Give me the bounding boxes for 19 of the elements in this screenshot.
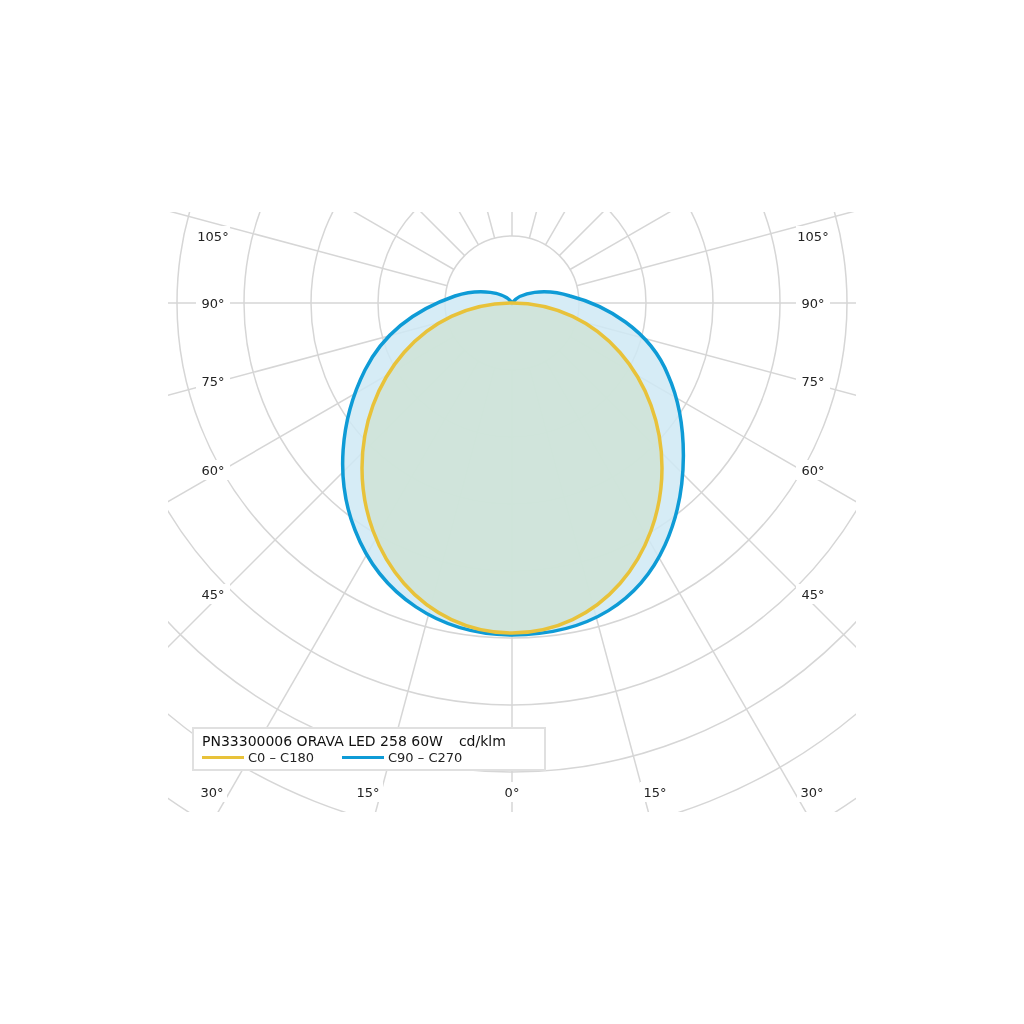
angle-label: 105°	[797, 229, 829, 244]
angle-label: 15°	[643, 785, 667, 800]
angle-label: 15°	[356, 785, 380, 800]
angle-label: 30°	[800, 785, 824, 800]
angle-label: 30°	[200, 785, 224, 800]
angle-label: 75°	[801, 374, 825, 389]
angle-label: 105°	[197, 229, 229, 244]
angle-label: 45°	[201, 587, 225, 602]
legend-label: C0 – C180	[248, 750, 314, 765]
angle-label: 60°	[801, 463, 825, 478]
angle-label: 0°	[504, 785, 520, 800]
angle-label: 45°	[801, 587, 825, 602]
angle-label: 60°	[201, 463, 225, 478]
angle-label: 90°	[801, 296, 825, 311]
angle-label: 75°	[201, 374, 225, 389]
legend-label: C90 – C270	[388, 750, 463, 765]
angle-label: 90°	[201, 296, 225, 311]
legend-title: PN33300006 ORAVA LED 258 60W	[202, 733, 443, 749]
unit-label: cd/klm	[458, 733, 506, 749]
